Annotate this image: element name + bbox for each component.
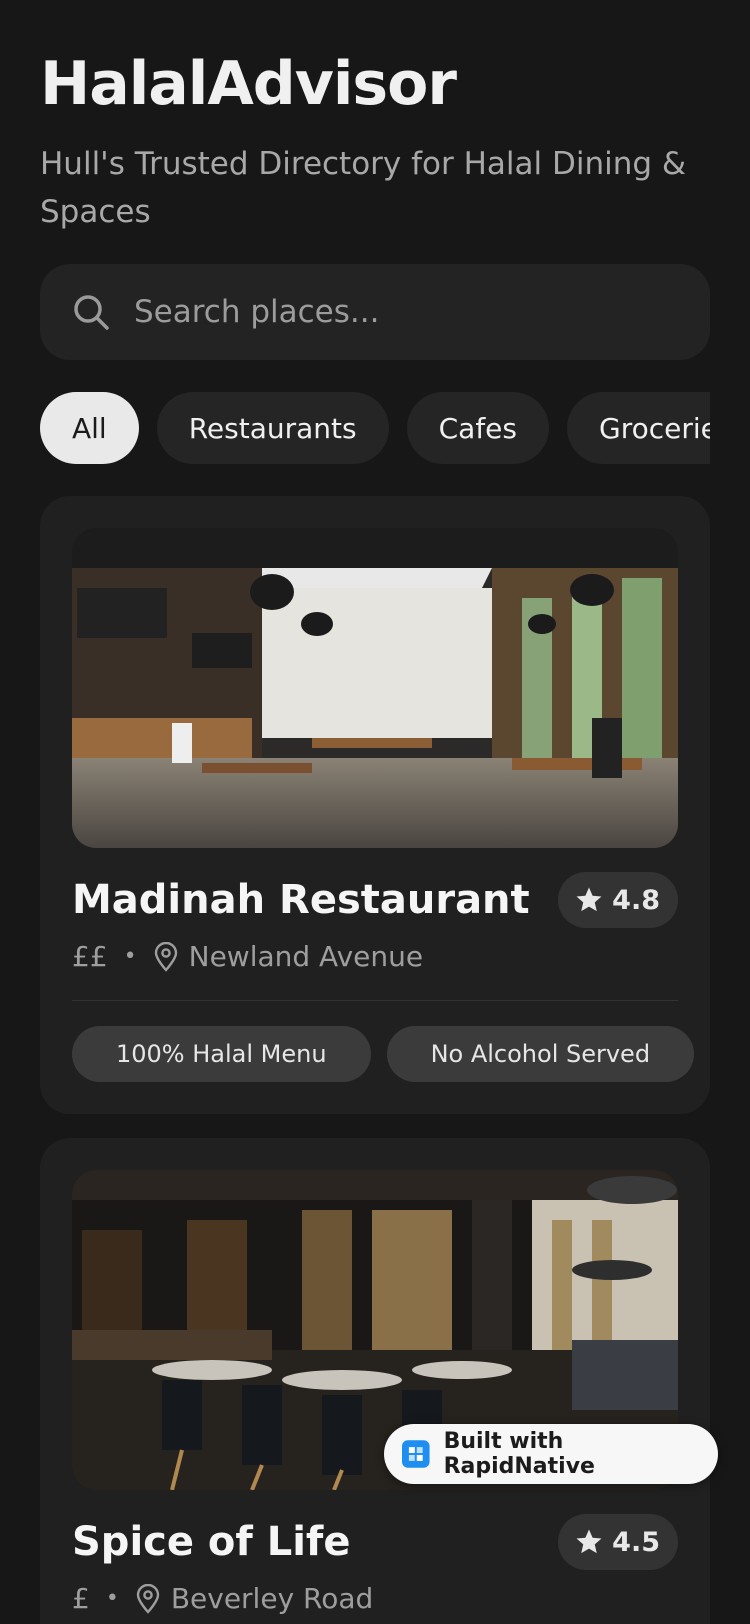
rating-value: 4.5 xyxy=(612,1526,660,1558)
location-pin-icon xyxy=(136,1583,160,1614)
category-filters: All Restaurants Cafes Groceries xyxy=(40,392,710,464)
search-input[interactable] xyxy=(134,294,654,330)
star-icon xyxy=(576,1529,602,1554)
price-level: ££ xyxy=(72,940,108,973)
search-bar[interactable] xyxy=(40,264,710,360)
place-meta: £ • Beverley Road xyxy=(72,1582,373,1615)
place-name: Madinah Restaurant xyxy=(72,877,530,923)
location-pin-icon xyxy=(154,941,177,972)
feature-tag: 100% Halal Menu xyxy=(72,1026,371,1082)
rapidnative-logo-icon xyxy=(402,1440,430,1468)
feature-tags: 100% Halal Menu No Alcohol Served xyxy=(72,1026,695,1082)
rating-badge: 4.8 xyxy=(558,872,678,928)
app-title: HalalAdvisor xyxy=(40,49,457,119)
place-location: Newland Avenue xyxy=(188,940,424,973)
rating-badge: 4.5 xyxy=(558,1514,678,1570)
rating-value: 4.8 xyxy=(612,884,660,916)
place-card[interactable]: Madinah Restaurant 4.8 ££ • Newland Aven… xyxy=(40,496,710,1114)
place-location: Beverley Road xyxy=(170,1582,374,1615)
search-icon xyxy=(74,295,109,330)
built-with-badge[interactable]: Built with RapidNative xyxy=(384,1424,718,1484)
separator-dot: • xyxy=(105,1586,119,1611)
place-card[interactable]: Spice of Life 4.5 £ • Beverley Road xyxy=(40,1138,710,1624)
filter-chip-restaurants[interactable]: Restaurants xyxy=(156,392,389,464)
restaurant-interior-photo xyxy=(72,528,678,848)
filter-chip-all[interactable]: All xyxy=(40,392,139,464)
separator-dot: • xyxy=(123,944,137,969)
star-icon xyxy=(576,887,602,912)
filter-chip-cafes[interactable]: Cafes xyxy=(406,392,549,464)
app-header: HalalAdvisor Hull's Trusted Directory fo… xyxy=(40,48,720,236)
place-name: Spice of Life xyxy=(72,1519,351,1565)
feature-tag: No Alcohol Served xyxy=(386,1026,695,1082)
price-level: £ xyxy=(72,1582,90,1615)
filter-chip-groceries[interactable]: Groceries xyxy=(567,392,710,464)
divider xyxy=(72,1000,678,1001)
place-meta: ££ • Newland Avenue xyxy=(72,940,423,973)
app-subtitle: Hull's Trusted Directory for Halal Dinin… xyxy=(40,146,687,230)
badge-label: Built with RapidNative xyxy=(443,1429,595,1479)
